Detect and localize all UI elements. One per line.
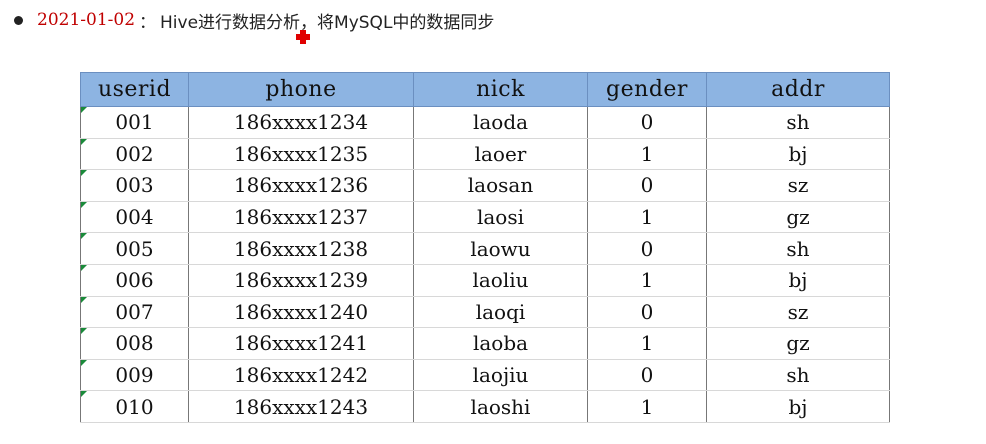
table-row: 008 186xxxx1241 laoba 1 gz [80,327,890,360]
data-table: userid phone nick gender addr 001 186xxxx… [80,72,890,423]
column-header-userid: userid [80,72,189,107]
bullet-item: 2021-01-02 ： Hive进行数据分析，将MySQL中的数据同步 [14,6,494,34]
cell-nick: laoba [413,327,588,360]
table-row: 007 186xxxx1240 laoqi 0 sz [80,296,890,329]
cell-addr: sz [706,169,890,202]
cell-phone: 186xxxx1238 [188,232,414,265]
table-row: 001 186xxxx1234 laoda 0 sh [80,106,890,139]
cell-nick: laoqi [413,296,588,329]
table-row: 010 186xxxx1243 laoshi 1 bj [80,390,890,423]
cell-userid: 010 [80,390,189,423]
date-text: 2021-01-02 [37,10,136,30]
bullet-dot-icon [14,15,23,25]
cell-userid: 006 [80,264,189,297]
table-row: 009 186xxxx1242 laojiu 0 sh [80,359,890,392]
cell-addr: sz [706,296,890,329]
cell-phone: 186xxxx1242 [188,359,414,392]
column-header-addr: addr [706,72,890,107]
cell-addr: gz [706,327,890,360]
cell-nick: laowu [413,232,588,265]
cell-phone: 186xxxx1241 [188,327,414,360]
cell-userid: 005 [80,232,189,265]
cell-addr: bj [706,390,890,423]
cell-nick: laoda [413,106,588,139]
table-row: 002 186xxxx1235 laoer 1 bj [80,138,890,171]
cell-addr: sh [706,232,890,265]
cell-addr: gz [706,201,890,234]
cell-addr: bj [706,138,890,171]
cell-gender: 0 [587,232,707,265]
cell-nick: laosan [413,169,588,202]
cell-userid: 001 [80,106,189,139]
cell-nick: laosi [413,201,588,234]
cell-phone: 186xxxx1243 [188,390,414,423]
cell-addr: sh [706,359,890,392]
cell-nick: laoliu [413,264,588,297]
cell-phone: 186xxxx1235 [188,138,414,171]
cell-nick: laojiu [413,359,588,392]
table-row: 004 186xxxx1237 laosi 1 gz [80,201,890,234]
cell-phone: 186xxxx1236 [188,169,414,202]
cell-addr: sh [706,106,890,139]
description-text: Hive进行数据分析，将MySQL中的数据同步 [160,12,495,33]
red-cursor-icon [296,30,310,44]
table-row: 005 186xxxx1238 laowu 0 sh [80,232,890,265]
cell-gender: 1 [587,327,707,360]
cell-nick: laoer [413,138,588,171]
cell-userid: 002 [80,138,189,171]
cell-gender: 1 [587,201,707,234]
table-row: 006 186xxxx1239 laoliu 1 bj [80,264,890,297]
table-header-row: userid phone nick gender addr [80,72,890,107]
column-header-gender: gender [587,72,707,107]
cell-gender: 1 [587,138,707,171]
cell-userid: 004 [80,201,189,234]
table-row: 003 186xxxx1236 laosan 0 sz [80,169,890,202]
cell-phone: 186xxxx1240 [188,296,414,329]
cell-gender: 0 [587,359,707,392]
cell-phone: 186xxxx1237 [188,201,414,234]
cell-gender: 1 [587,390,707,423]
column-header-nick: nick [413,72,588,107]
cell-phone: 186xxxx1234 [188,106,414,139]
cell-userid: 003 [80,169,189,202]
cell-userid: 009 [80,359,189,392]
column-header-phone: phone [188,72,414,107]
cell-nick: laoshi [413,390,588,423]
separator-text: ： [139,12,157,33]
cell-phone: 186xxxx1239 [188,264,414,297]
cell-userid: 008 [80,327,189,360]
cell-gender: 1 [587,264,707,297]
cell-addr: bj [706,264,890,297]
cell-gender: 0 [587,169,707,202]
cell-gender: 0 [587,296,707,329]
cell-userid: 007 [80,296,189,329]
cell-gender: 0 [587,106,707,139]
